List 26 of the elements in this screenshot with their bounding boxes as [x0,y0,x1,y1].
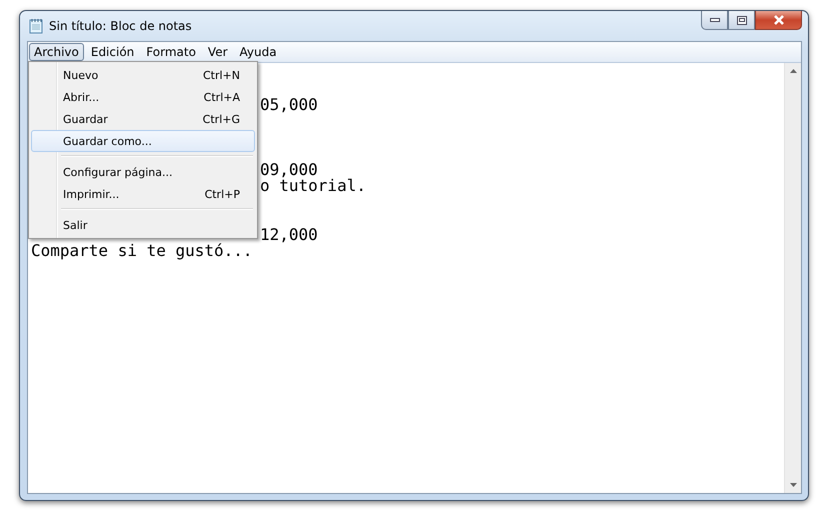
menu-item[interactable]: Ayuda [234,43,282,61]
menu-item[interactable]: Formato [141,43,201,61]
close-button[interactable] [755,11,802,30]
menu-item[interactable]: Guardar como... [31,130,255,152]
minimize-icon [710,18,720,22]
text-line: Comparte si te gustó... [31,241,253,260]
minimize-button[interactable] [701,11,728,30]
scroll-up-icon [790,69,796,73]
scrollbar[interactable] [784,63,801,493]
window-title: Sin título: Bloc de notas [49,19,192,33]
menu-item[interactable]: Archivo [29,43,84,61]
menu-item[interactable]: Edición [86,43,140,61]
menu-item[interactable]: Nuevo Ctrl+N [31,64,255,86]
text-line: 05,000 [260,95,318,114]
menu-item[interactable]: Configurar página... [31,161,255,183]
maximize-button[interactable] [728,11,755,30]
close-icon [772,15,784,25]
menu-item[interactable]: Imprimir... Ctrl+P [31,183,255,205]
menu-item[interactable]: Abrir... Ctrl+A [31,86,255,108]
maximize-icon [736,16,746,24]
menu-item[interactable]: Ver [202,43,233,61]
scroll-down-icon [790,483,796,487]
notepad-icon [29,18,43,34]
menu-item[interactable]: Salir [31,214,255,236]
menu-item[interactable]: Guardar Ctrl+G [31,108,255,130]
text-line: 12,000 [260,224,318,244]
